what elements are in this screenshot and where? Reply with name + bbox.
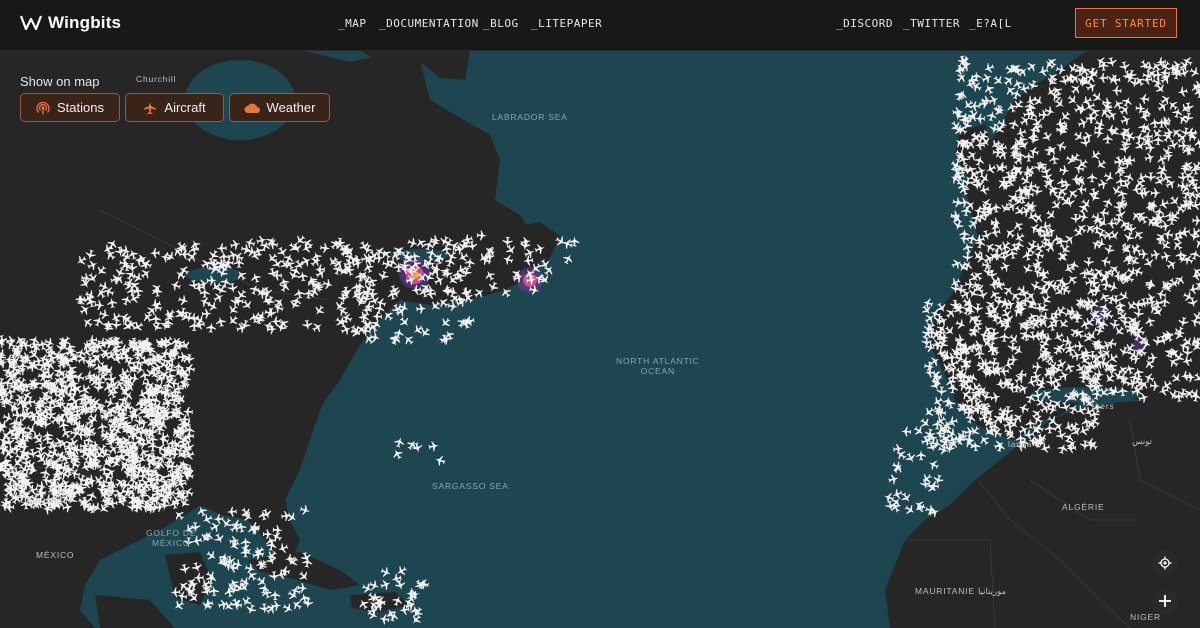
churchill-label: Churchill <box>136 74 177 84</box>
stations-filter-button[interactable]: Stations <box>20 93 120 122</box>
airplane-icon <box>144 101 157 114</box>
cloud-icon <box>244 103 260 113</box>
gulf-of-mexico-label: GOLFO DE MÉXICO <box>146 528 197 548</box>
top-navigation-bar: Wingbits _MAP _DOCUMENTATION _BLOG _LITE… <box>0 0 1200 51</box>
nav-litepaper-link[interactable]: _LITEPAPER <box>531 17 602 30</box>
map-layer-filters: Stations Aircraft Weather <box>20 93 330 122</box>
nav-documentation-link[interactable]: _DOCUMENTATION <box>379 17 479 30</box>
antenna-icon <box>36 101 50 114</box>
weather-filter-label: Weather <box>266 100 316 115</box>
alger-label: lgers <box>1092 401 1115 411</box>
brand-name: Wingbits <box>48 13 122 32</box>
chihuahua-label: Chihuahua <box>20 495 69 505</box>
nav-email-link[interactable]: _E?A[L <box>969 17 1012 30</box>
locate-button[interactable] <box>1152 550 1178 576</box>
stations-filter-label: Stations <box>57 100 104 115</box>
nav-blog-link[interactable]: _BLOG <box>483 17 519 30</box>
sargasso-sea-label: SARGASSO SEA <box>432 481 509 491</box>
wingbits-logo-icon <box>20 15 42 31</box>
zoom-in-button[interactable] <box>1152 588 1178 614</box>
algerie-label: ALGÉRIE <box>1062 502 1105 512</box>
labrador-sea-label: LABRADOR SEA <box>492 112 568 122</box>
nav-map-link[interactable]: _MAP <box>338 17 367 30</box>
niger-label: NIGER <box>1130 612 1161 622</box>
app: Wingbits _MAP _DOCUMENTATION _BLOG _LITE… <box>0 0 1200 628</box>
aircraft-filter-button[interactable]: Aircraft <box>125 93 224 122</box>
mexico-label: MÉXICO <box>36 550 75 560</box>
mauritanie-label: MAURITANIE موريتانيا <box>915 586 1007 596</box>
zoom-in-icon <box>1159 595 1171 607</box>
casablanca-label: lanca <box>1008 439 1033 449</box>
aircraft-filter-label: Aircraft <box>164 100 206 115</box>
weather-filter-button[interactable]: Weather <box>229 93 330 122</box>
tunisie-label: تونس <box>1132 436 1152 446</box>
locate-icon <box>1158 556 1172 570</box>
nav-twitter-link[interactable]: _TWITTER <box>903 17 960 30</box>
brand-logo[interactable]: Wingbits <box>20 13 121 33</box>
get-started-button[interactable]: GET STARTED <box>1075 8 1177 38</box>
north-atlantic-ocean-label: NORTH ATLANTIC OCEAN <box>616 356 700 376</box>
show-on-map-title: Show on map <box>20 74 100 89</box>
nav-discord-link[interactable]: _DISCORD <box>836 17 893 30</box>
